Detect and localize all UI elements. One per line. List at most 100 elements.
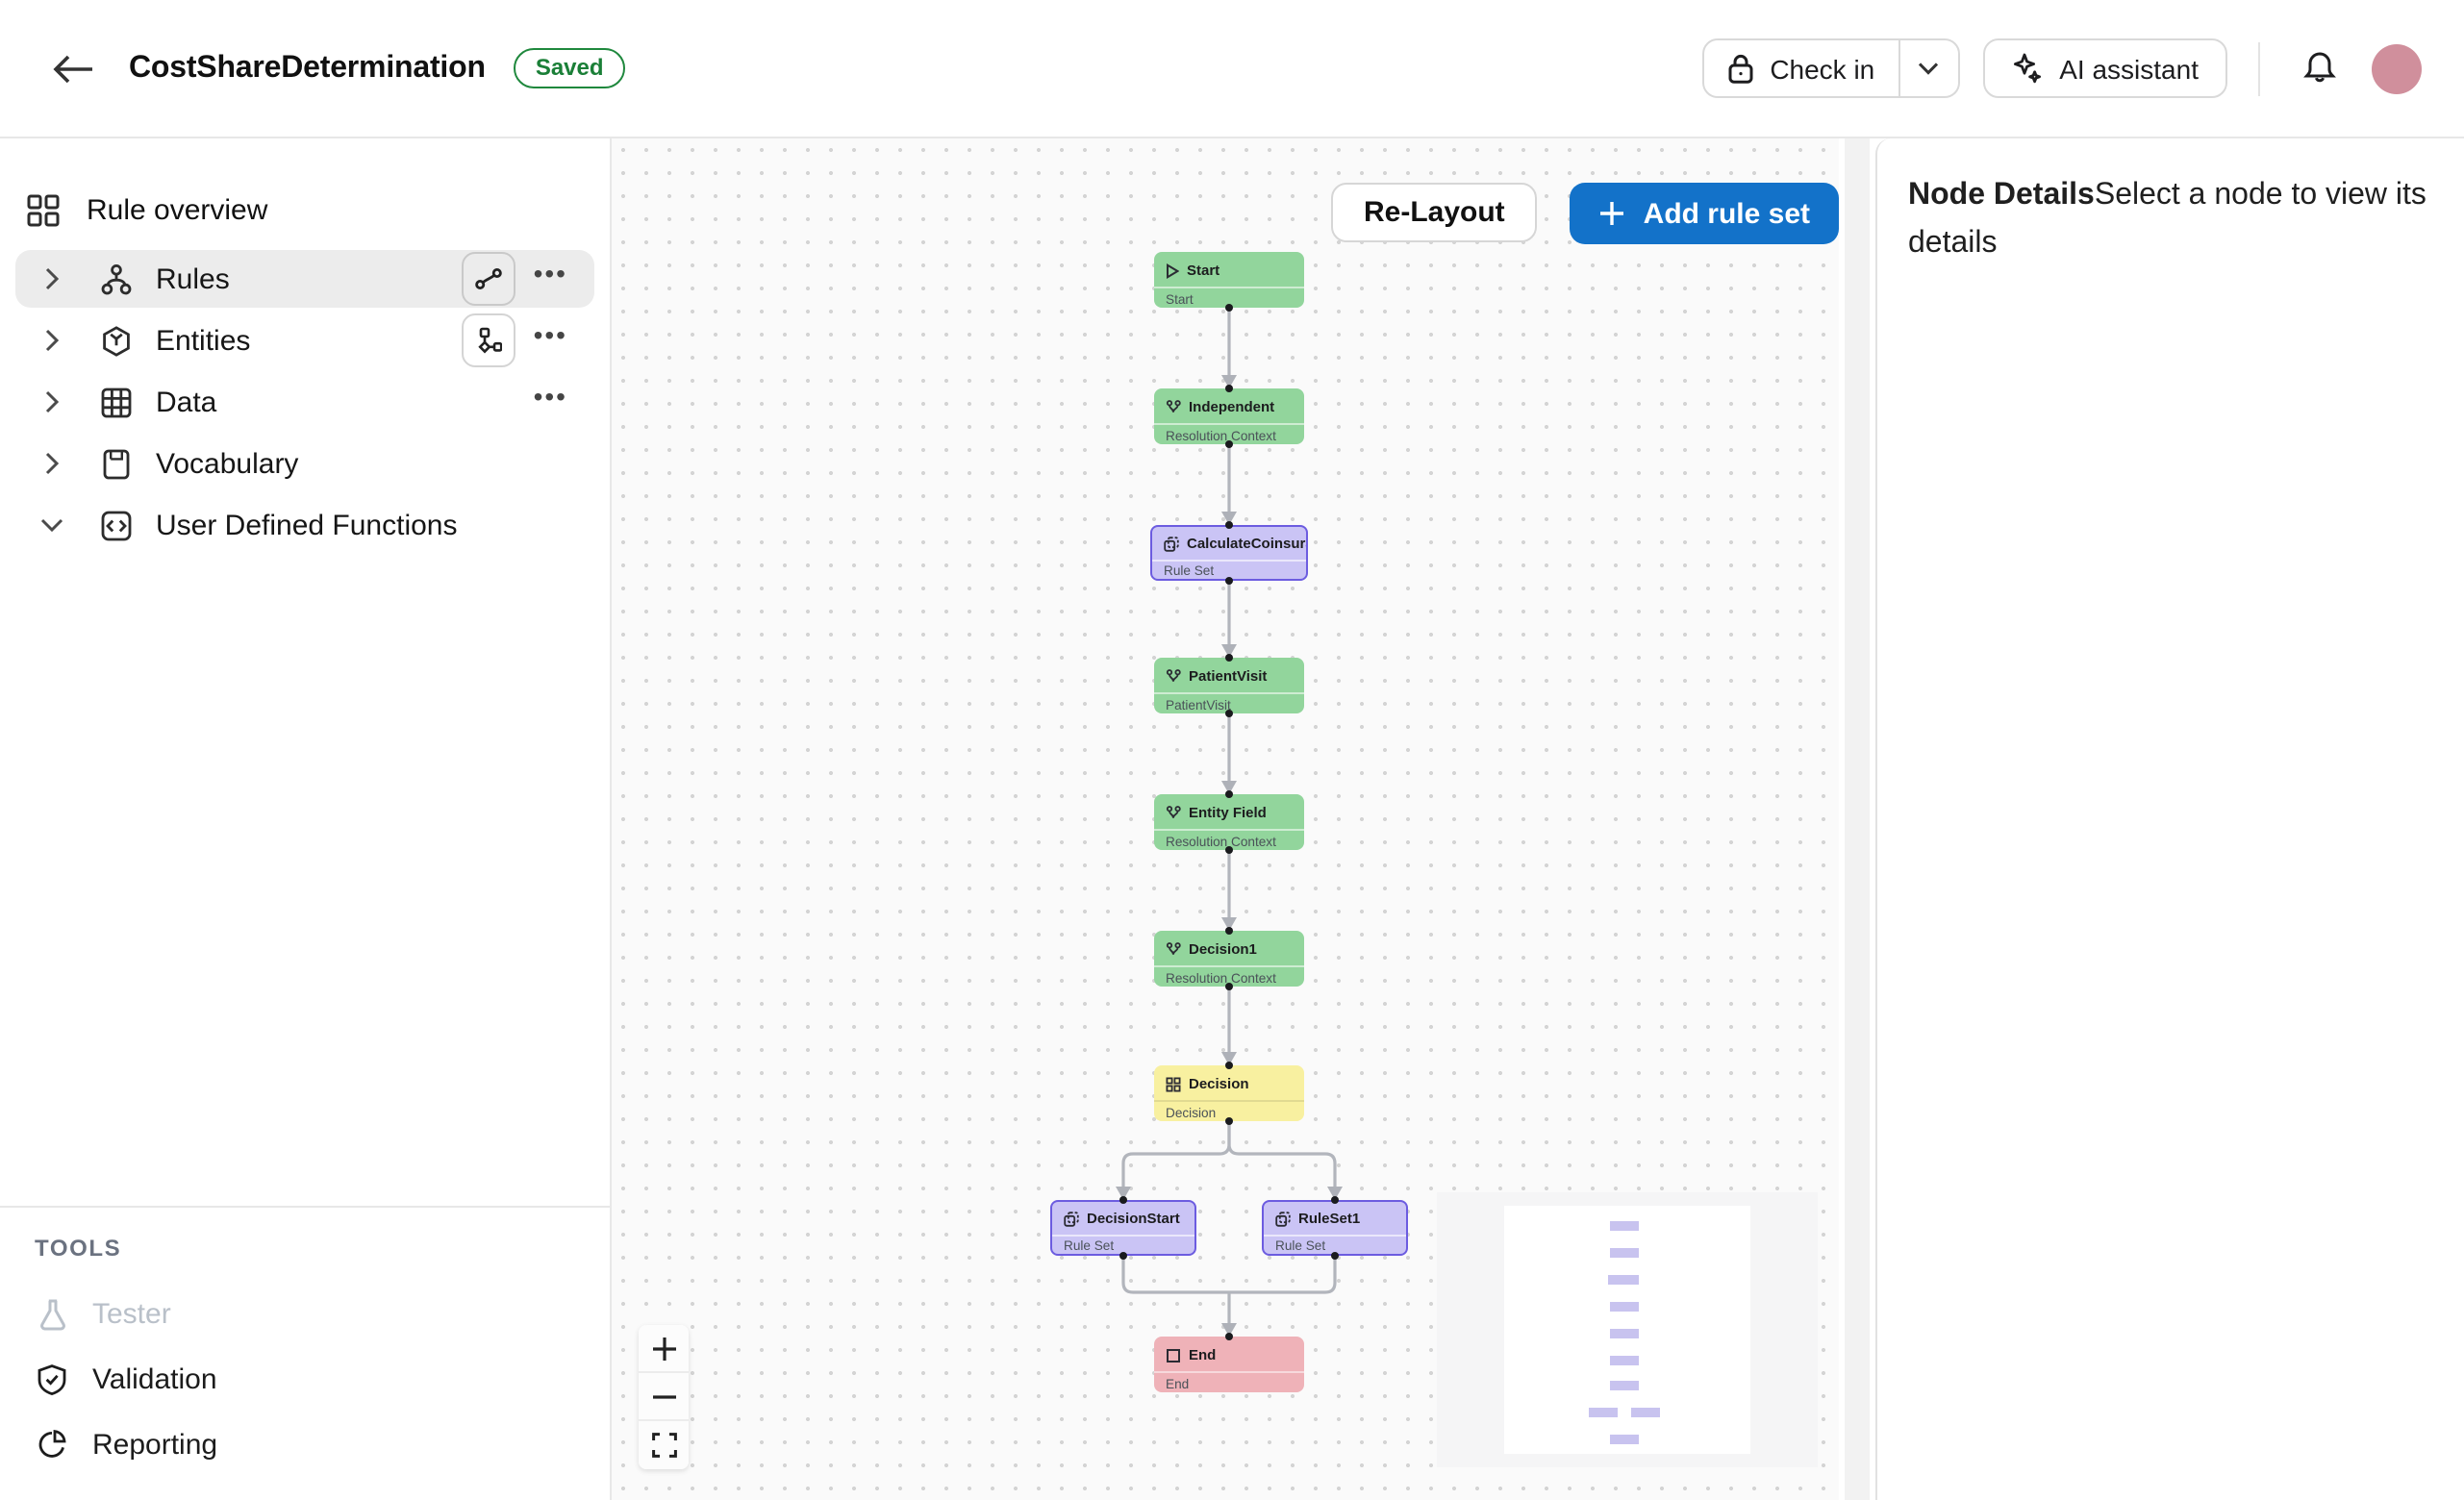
minimap-node [1610,1220,1639,1230]
rules-icon [96,262,135,295]
grid-icon [1166,1076,1181,1091]
check-in-split-button: Check in [1702,38,1959,98]
copy-icon [1064,1212,1079,1227]
zoom-out-button[interactable] [639,1373,689,1421]
header: CostShareDetermination Saved Check in AI… [0,0,2464,138]
tools-section: TOOLS Tester Validation Reporting [0,1206,610,1500]
zoom-in-button[interactable] [639,1325,689,1373]
node-details-title: Node Details [1908,179,2095,212]
entities-icon [96,324,135,357]
sidebar-item-user-defined-functions[interactable]: User Defined Functions [15,496,594,554]
bell-icon [2302,50,2337,87]
chevron-right-icon[interactable] [31,452,73,475]
status-badge: Saved [515,48,625,89]
tool-reporting[interactable]: Reporting [35,1423,579,1465]
data-more-button[interactable]: ••• [534,383,567,421]
sidebar: Rule overview Rules ••• Entit [0,138,612,1500]
copy-icon [1164,537,1179,552]
sidebar-item-entities[interactable]: Entities ••• [15,312,594,369]
grid-overview-icon [27,193,60,226]
sidebar-item-data[interactable]: Data ••• [15,373,594,431]
minimap-node [1610,1381,1639,1390]
minimap-node [1610,1435,1639,1444]
sidebar-item-rule-overview[interactable]: Rule overview [0,177,610,242]
minimap-node [1610,1247,1639,1257]
flow-node-decision1[interactable]: Decision1 Resolution Context [1154,931,1304,987]
header-divider [2258,41,2260,95]
data-label: Data [156,386,216,418]
flask-icon [35,1297,69,1330]
copy-icon [1275,1212,1291,1227]
sidebar-item-vocabulary[interactable]: Vocabulary [15,435,594,492]
flow-node-end[interactable]: End End [1154,1337,1304,1392]
minimap[interactable] [1437,1192,1818,1467]
flow-node-calculatecoinsurance[interactable]: CalculateCoinsurance Rule Set [1150,525,1308,581]
branch-icon [1166,668,1181,684]
tool-tester[interactable]: Tester [35,1292,579,1335]
sidebar-item-rules[interactable]: Rules ••• [15,250,594,308]
chevron-right-icon[interactable] [31,329,73,352]
chevron-down-icon[interactable] [31,517,73,533]
flow-node-start[interactable]: Start Start [1154,252,1304,308]
ai-assistant-label: AI assistant [2059,53,2199,84]
rule-overview-label: Rule overview [87,193,267,226]
plus-icon [1599,200,1626,227]
add-rule-set-label: Add rule set [1644,197,1810,230]
flow-node-decisionstart[interactable]: DecisionStart Rule Set [1050,1200,1196,1256]
page-title: CostShareDetermination [129,51,486,86]
tester-label: Tester [92,1297,171,1330]
play-icon [1166,262,1179,278]
scrollbar-track[interactable] [1845,138,1870,1500]
branch-icon [1166,805,1181,820]
scrollbar-gutter[interactable] [1839,138,1875,1500]
ai-assistant-button[interactable]: AI assistant [1982,38,2227,98]
chevron-right-icon[interactable] [31,390,73,413]
entities-label: Entities [156,324,250,357]
chevron-down-icon [1918,62,1939,75]
zoom-controls [639,1325,689,1469]
flow-node-decision[interactable]: Decision Decision [1154,1065,1304,1121]
chevron-right-icon[interactable] [31,267,73,290]
relayout-button[interactable]: Re-Layout [1331,183,1538,242]
validation-label: Validation [92,1362,217,1395]
shield-check-icon [35,1362,69,1395]
check-in-dropdown-button[interactable] [1899,40,1957,96]
fullscreen-icon [651,1433,676,1458]
notifications-button[interactable] [2291,39,2349,97]
check-in-label: Check in [1770,53,1874,84]
code-function-icon [96,509,135,541]
back-button[interactable] [46,41,100,95]
vocabulary-book-icon [96,447,135,480]
plus-icon [651,1336,676,1361]
check-in-button[interactable]: Check in [1704,40,1898,96]
minus-icon [651,1384,676,1409]
linked-nodes-icon [476,267,503,290]
tool-validation[interactable]: Validation [35,1358,579,1400]
minimap-node [1608,1274,1639,1284]
add-rule-set-button[interactable]: Add rule set [1571,183,1839,244]
data-table-icon [96,386,135,418]
flow-node-entity-field[interactable]: Entity Field Resolution Context [1154,794,1304,850]
tools-title: TOOLS [35,1235,579,1262]
flow-node-independent[interactable]: Independent Resolution Context [1154,388,1304,444]
pie-chart-icon [35,1429,69,1460]
rules-graph-view-button[interactable] [463,252,516,306]
reporting-label: Reporting [92,1428,217,1461]
user-avatar[interactable] [2372,43,2422,93]
flow-canvas[interactable]: Re-Layout Add rule set Start Start Indep… [612,138,1839,1500]
node-details-panel: Node DetailsSelect a node to view its de… [1875,138,2464,1500]
minimap-node [1610,1301,1639,1311]
back-arrow-icon [52,53,94,84]
minimap-node [1589,1408,1618,1417]
minimap-node [1610,1328,1639,1338]
entities-more-button[interactable]: ••• [534,321,567,360]
entities-diagram-button[interactable] [463,313,516,367]
udf-label: User Defined Functions [156,509,458,541]
branch-icon [1166,941,1181,957]
flow-node-patientvisit[interactable]: PatientVisit PatientVisit [1154,658,1304,713]
fit-view-button[interactable] [639,1421,689,1469]
flow-node-ruleset1[interactable]: RuleSet1 Rule Set [1262,1200,1408,1256]
hierarchy-icon [477,327,502,354]
rules-label: Rules [156,262,230,295]
rules-more-button[interactable]: ••• [534,260,567,298]
